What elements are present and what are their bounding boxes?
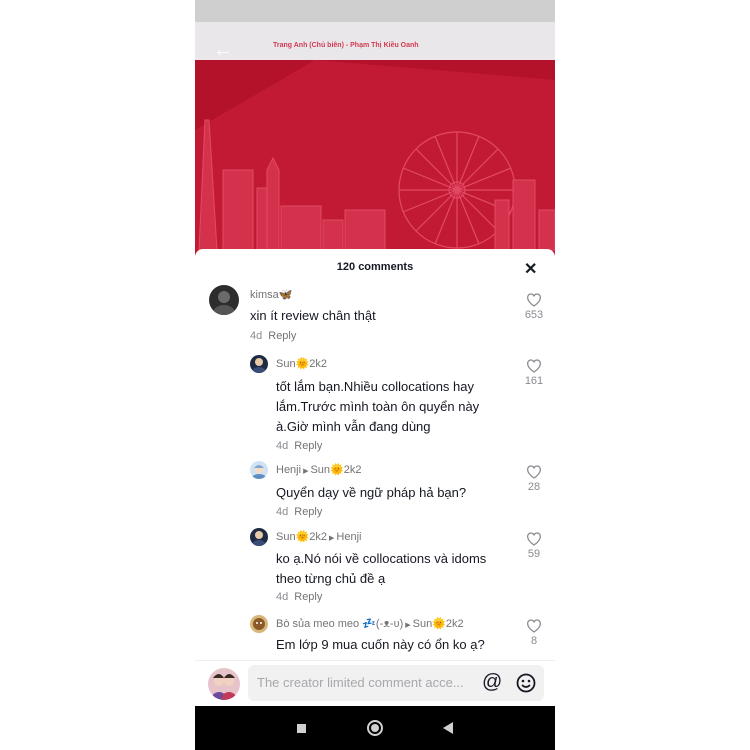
reply-button[interactable]: Reply	[294, 506, 322, 518]
phone-screen: Trang Anh (Chủ biên) - Phạm Thị Kiều Oan…	[195, 0, 555, 750]
like-count: 653	[524, 309, 544, 321]
comment-username: Bò sủa meo meo 💤(-ᴥ-ʋ) ▶ Sun🌞2k2	[276, 617, 464, 630]
emoji-icon[interactable]	[516, 673, 536, 693]
heart-icon	[526, 465, 542, 479]
comment-meta: 4d Reply	[276, 506, 322, 518]
avatar[interactable]	[250, 355, 268, 373]
heart-icon	[526, 359, 542, 373]
like-button[interactable]: 59	[519, 531, 549, 560]
home-icon[interactable]	[367, 720, 383, 736]
comments-count-title: 120 comments	[336, 261, 414, 273]
comment-text: Quyển dạy về ngữ pháp hả bạn?	[276, 485, 467, 500]
reply-author[interactable]: Henji	[276, 464, 301, 476]
reply-item: Sun🌞2k2 tốt lắm bạn.Nhiều collocations h…	[195, 351, 543, 461]
heart-icon	[526, 293, 542, 307]
avatar[interactable]	[250, 461, 268, 479]
reply-button[interactable]: Reply	[294, 591, 322, 603]
comment-text: ko ạ.Nó nói về collocations và idoms the…	[276, 551, 487, 586]
like-button[interactable]: 653	[519, 292, 549, 321]
avatar[interactable]	[250, 615, 268, 633]
book-cover-author: Trang Anh (Chủ biên) - Phạm Thị Kiều Oan…	[273, 42, 419, 49]
like-button[interactable]: 28	[519, 464, 549, 493]
comment-input[interactable]: The creator limited comment acce... @	[248, 665, 544, 701]
comments-list[interactable]: kimsa🦋 xin ít review chân thật 4d Reply 6…	[195, 281, 555, 653]
comment-text: Em lớp 9 mua cuốn này có ổn ko ạ?	[276, 637, 485, 652]
recent-apps-icon[interactable]	[297, 724, 306, 733]
heart-icon	[526, 619, 542, 633]
comment-username[interactable]: Sun🌞2k2	[276, 357, 327, 370]
comment-username[interactable]: kimsa🦋	[250, 288, 292, 301]
comment-time: 4d	[276, 440, 289, 452]
reply-author[interactable]: Sun🌞2k2	[276, 531, 327, 543]
comment-item: kimsa🦋 xin ít review chân thật 4d Reply 6…	[195, 281, 543, 347]
comments-sheet: 120 comments ✕ kimsa🦋 xin ít review chân…	[195, 249, 555, 660]
heart-icon	[526, 532, 542, 546]
reply-button[interactable]: Reply	[268, 330, 296, 342]
like-count: 161	[524, 375, 544, 387]
like-count: 8	[530, 635, 538, 647]
reply-author[interactable]: Bò sủa meo meo 💤(-ᴥ-ʋ)	[276, 618, 403, 630]
comment-meta: 4d Reply	[250, 330, 296, 342]
reply-target[interactable]: Henji	[336, 531, 361, 543]
close-icon[interactable]: ✕	[524, 262, 537, 278]
at-icon[interactable]: @	[482, 671, 502, 694]
comment-username: Sun🌞2k2 ▶ Henji	[276, 530, 361, 543]
comment-meta: 4d Reply	[276, 591, 322, 603]
like-count: 59	[527, 548, 541, 560]
like-button[interactable]: 8	[519, 618, 549, 647]
back-icon[interactable]	[443, 722, 453, 734]
reply-target[interactable]: Sun🌞2k2	[310, 464, 361, 476]
comment-text: xin ít review chân thật	[250, 308, 376, 323]
reply-to-arrow-icon: ▶	[329, 535, 335, 542]
current-user-avatar	[208, 668, 240, 700]
comment-time: 4d	[276, 506, 289, 518]
london-skyline-illustration	[195, 60, 555, 262]
like-count: 28	[527, 481, 541, 493]
system-navigation-bar	[195, 706, 555, 750]
video-player[interactable]: Trang Anh (Chủ biên) - Phạm Thị Kiều Oan…	[195, 0, 555, 262]
comment-time: 4d	[276, 591, 289, 603]
comment-meta: 4d Reply	[276, 440, 322, 452]
like-button[interactable]: 161	[519, 358, 549, 387]
comment-text: tốt lắm bạn.Nhiều collocations hay lắm.T…	[276, 379, 480, 434]
comment-input-placeholder: The creator limited comment acce...	[257, 675, 464, 690]
avatar[interactable]	[250, 528, 268, 546]
reply-item: Henji ▶ Sun🌞2k2 Quyển dạy về ngữ pháp hả b…	[195, 461, 542, 525]
reply-item: Sun🌞2k2 ▶ Henji ko ạ.Nó nói về collocation…	[195, 528, 542, 614]
comment-input-bar: The creator limited comment acce... @	[195, 660, 555, 707]
reply-to-arrow-icon: ▶	[405, 622, 411, 629]
avatar[interactable]	[209, 285, 239, 315]
comment-username: Henji ▶ Sun🌞2k2	[276, 463, 361, 476]
reply-button[interactable]: Reply	[294, 440, 322, 452]
status-bar	[195, 0, 555, 22]
comment-time: 4d	[250, 330, 263, 342]
reply-target[interactable]: Sun🌞2k2	[413, 618, 464, 630]
back-arrow-icon[interactable]: ←	[213, 40, 233, 60]
reply-item: Bò sủa meo meo 💤(-ᴥ-ʋ) ▶ Sun🌞2k2 Em lớp 9 …	[195, 615, 542, 653]
